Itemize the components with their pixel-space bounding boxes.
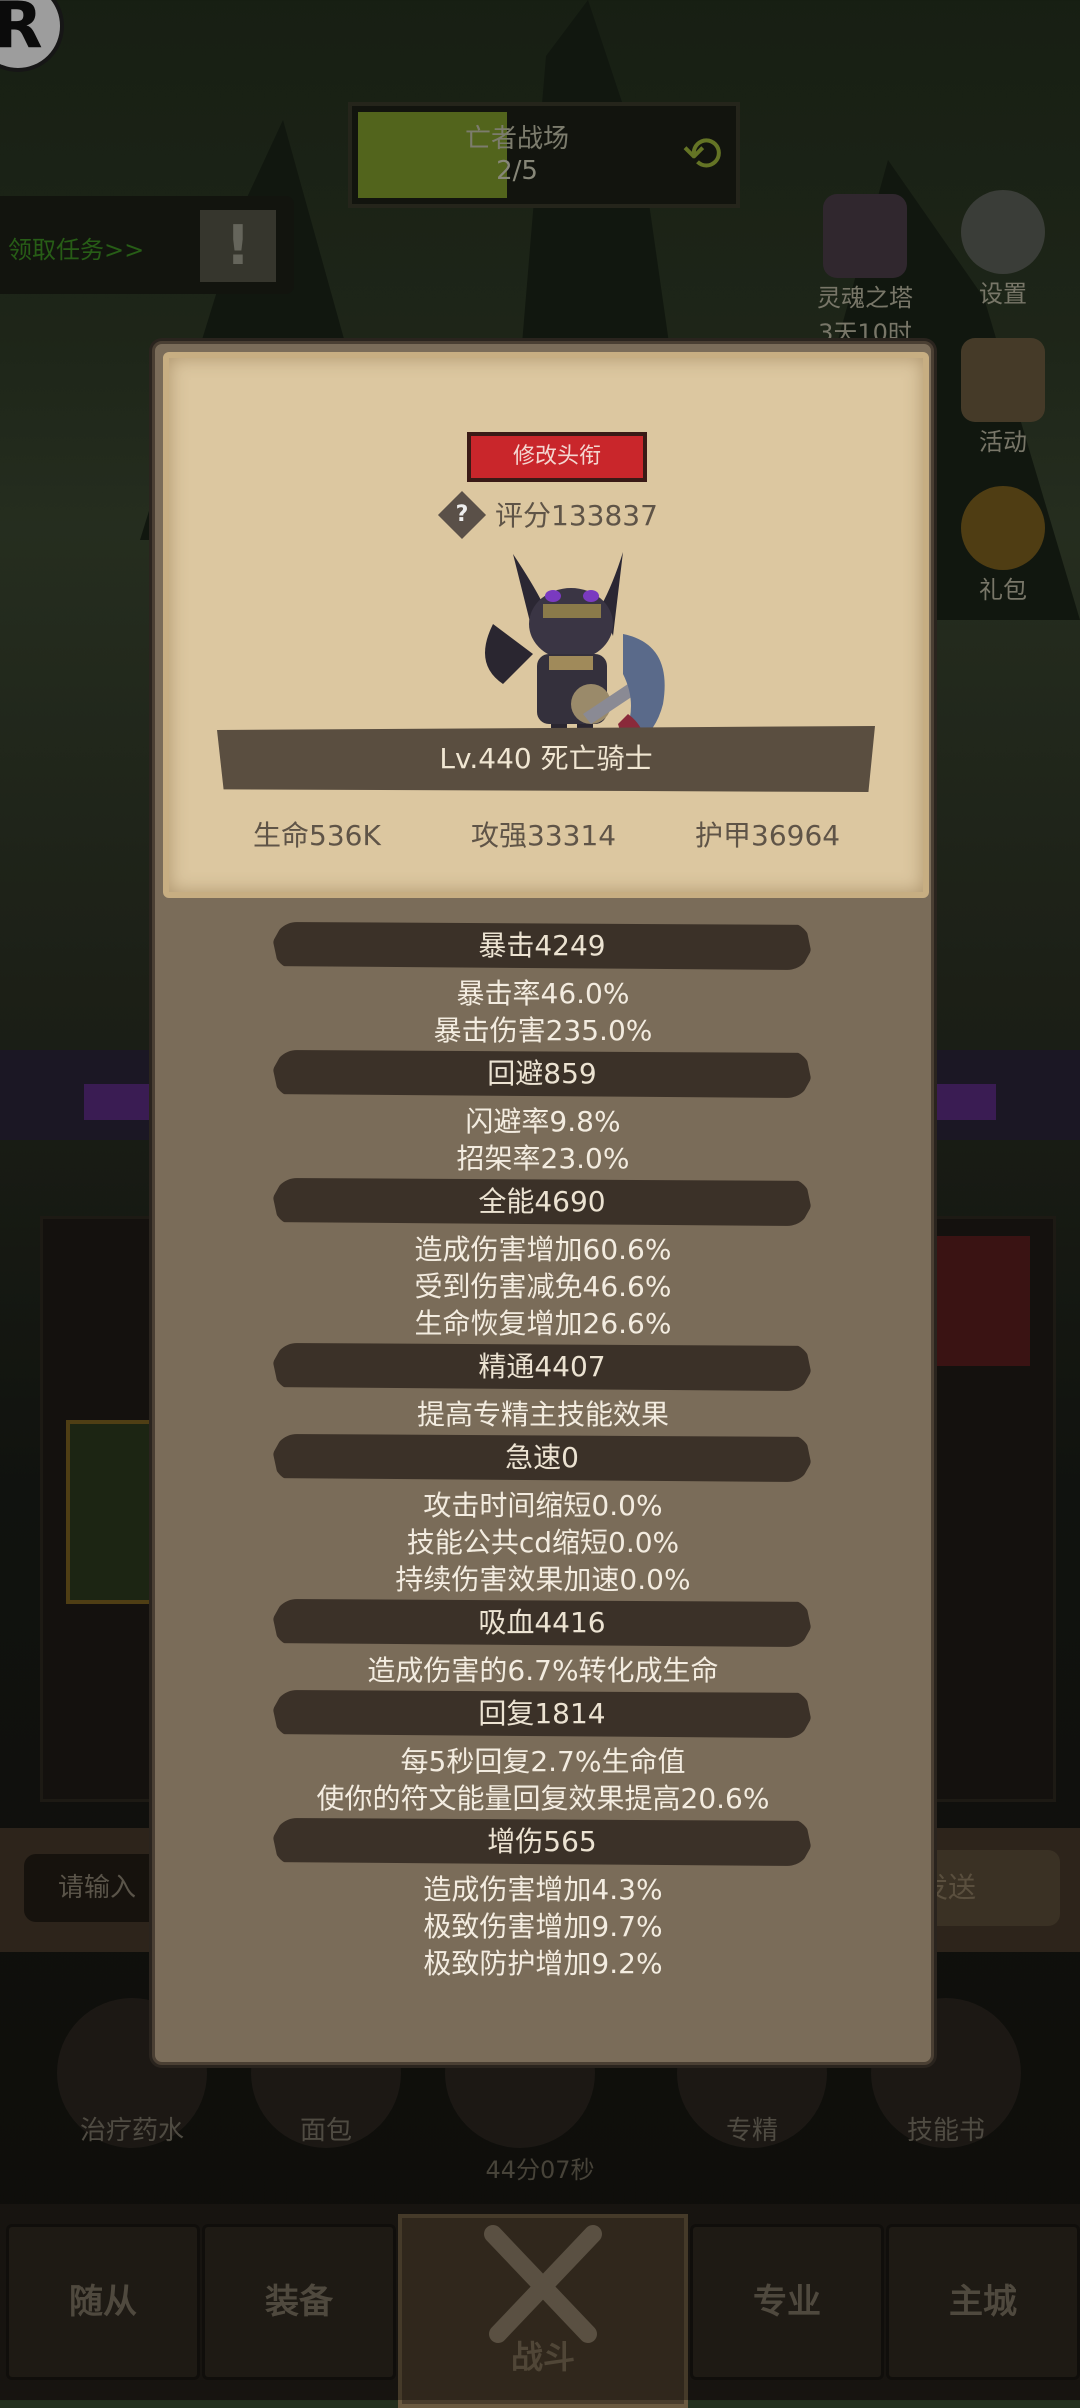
stat-attack: 攻强33314: [471, 819, 617, 852]
level-name: Lv.440 死亡骑士: [439, 742, 653, 775]
section-title: 回复1814: [478, 1697, 606, 1730]
section-title: 吸血4416: [478, 1606, 606, 1639]
section-line: 攻击时间缩短0.0%: [423, 1489, 663, 1522]
edit-title-button[interactable]: 修改头衔: [467, 432, 647, 482]
section-title: 急速0: [505, 1441, 579, 1474]
section-line: 提高专精主技能效果: [416, 1398, 669, 1431]
section-line: 受到伤害减免46.6%: [414, 1270, 672, 1303]
section-line: 造成伤害增加4.3%: [423, 1873, 663, 1906]
section-line: 极致防护增加9.2%: [423, 1947, 663, 1980]
section-line: 暴击率46.0%: [456, 977, 630, 1010]
section-title: 增伤565: [487, 1825, 597, 1858]
section-line: 每5秒回复2.7%生命值: [400, 1745, 686, 1778]
section-title: 回避859: [487, 1057, 597, 1090]
section-title: 精通4407: [478, 1350, 606, 1383]
section-line: 生命恢复增加26.6%: [414, 1307, 672, 1340]
section-line: 持续伤害效果加速0.0%: [395, 1563, 691, 1596]
section-line: 极致伤害增加9.7%: [423, 1910, 663, 1943]
section-line: 闪避率9.8%: [465, 1105, 621, 1138]
score-text: 评分133837: [495, 499, 658, 532]
section-line: 使你的符文能量回复效果提高20.6%: [316, 1782, 770, 1815]
section-line: 招架率23.0%: [456, 1142, 630, 1175]
section-line: 技能公共cd缩短0.0%: [406, 1526, 680, 1559]
section-line: 造成伤害增加60.6%: [414, 1233, 672, 1266]
stat-hp: 生命536K: [253, 819, 381, 852]
stats-panel: 修改头衔 ? 评分133837 Lv.440 死亡骑士 生命536K 攻强333…: [152, 341, 934, 2065]
help-icon[interactable]: ?: [445, 498, 479, 532]
section-title: 暴击4249: [478, 929, 606, 962]
section-line: 暴击伤害235.0%: [433, 1014, 653, 1047]
section-line: 造成伤害的6.7%转化成生命: [367, 1654, 719, 1687]
profile-card: 修改头衔 ? 评分133837 Lv.440 死亡骑士 生命536K 攻强333…: [163, 352, 929, 898]
stat-armor: 护甲36964: [695, 819, 841, 852]
section-title: 全能4690: [478, 1185, 606, 1218]
